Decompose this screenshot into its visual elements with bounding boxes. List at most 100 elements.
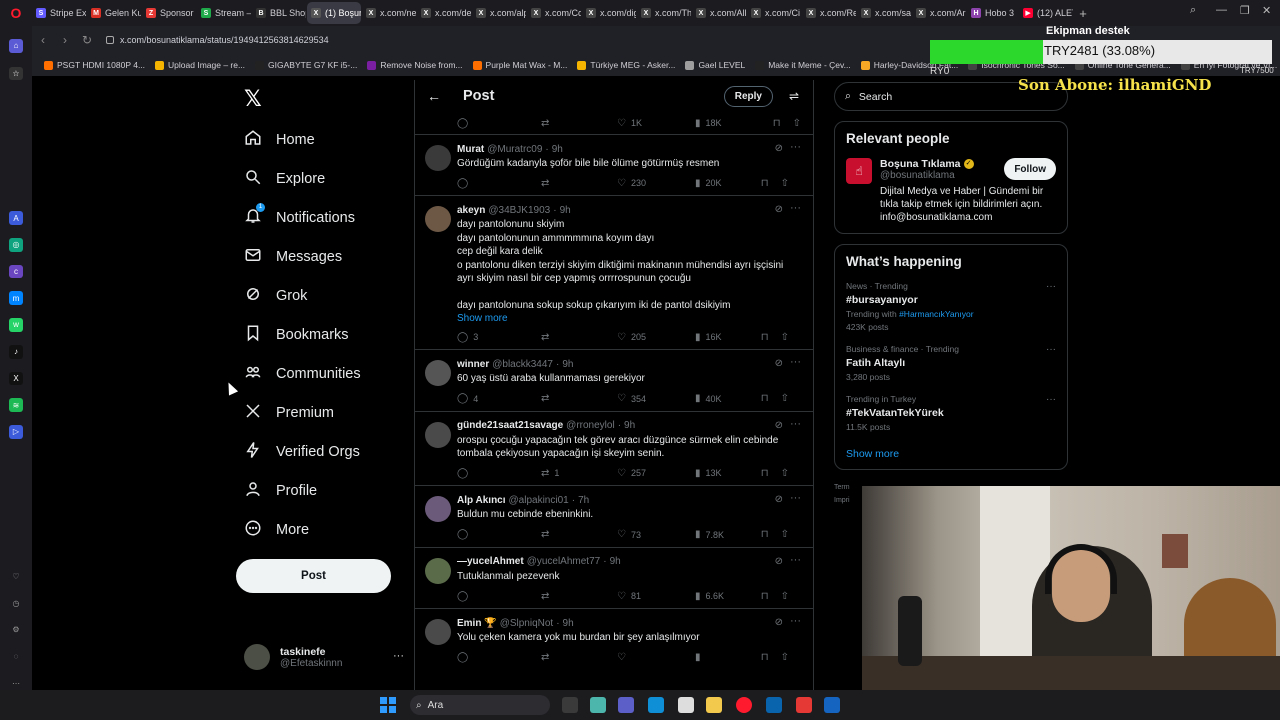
like-action[interactable]: ♡ 205 <box>617 332 695 343</box>
forward-icon[interactable]: › <box>54 33 76 47</box>
like-action[interactable]: ♡ 230 <box>617 178 695 189</box>
nav-item-more[interactable]: More <box>244 519 309 541</box>
share-icon[interactable]: ⇧ <box>781 393 789 404</box>
nav-item-bookmarks[interactable]: Bookmarks <box>244 324 349 346</box>
author-name[interactable]: winner <box>457 359 489 370</box>
close-window-button[interactable]: ✕ <box>1262 4 1271 17</box>
browser-tab[interactable]: Xx.com/Ci <box>747 2 801 24</box>
tweet-time[interactable]: 9h <box>560 205 571 216</box>
post-button[interactable]: Post <box>236 559 391 593</box>
nav-item-notifications[interactable]: 1 Notifications <box>244 203 355 229</box>
reply-action[interactable]: ◯ 4 <box>457 393 541 404</box>
browser-tab[interactable]: Xx.com/dig <box>582 2 636 24</box>
reply-action[interactable]: ◯ <box>457 529 541 540</box>
more-icon[interactable]: ··· <box>790 418 801 430</box>
bookmark-icon[interactable]: ⊓ <box>773 118 781 129</box>
file-explorer-icon[interactable] <box>706 697 722 713</box>
tweet-time[interactable]: 9h <box>563 618 574 629</box>
tweet[interactable]: Alp Akıncı @alpakinci01 · 7h ⊘ ··· Buldun mu c… <box>415 485 813 546</box>
grok-explain-icon[interactable]: ⊘ <box>775 358 783 369</box>
more-icon[interactable]: ··· <box>790 356 801 368</box>
more-icon[interactable]: ··· <box>790 615 801 627</box>
reply-action[interactable]: ◯ <box>457 652 541 663</box>
more-icon[interactable]: ··· <box>1046 281 1056 292</box>
repost-action[interactable]: ⇄ <box>541 178 617 189</box>
browser-tab[interactable]: H Hobo 3 <box>967 2 1018 24</box>
bookmark-icon[interactable]: ⊓ <box>761 529 769 540</box>
reply-button[interactable]: Reply <box>723 86 773 107</box>
tweet[interactable]: —yucelAhmet @yucelAhmet77 · 9h ⊘ ··· Tutuklanm… <box>415 546 813 608</box>
grok-explain-icon[interactable]: ⊘ <box>775 556 783 567</box>
relevant-person[interactable]: ☝ Boşuna Tıklama ✓ @bosunatiklama Dijital… <box>846 158 1056 224</box>
nav-item-grok[interactable]: Grok <box>244 285 307 307</box>
reply-action[interactable]: ◯ <box>457 178 541 189</box>
bookmark-icon[interactable]: ⊓ <box>761 332 769 343</box>
copilot-icon[interactable] <box>590 697 606 713</box>
settings-icon[interactable]: ⚙ <box>9 623 23 637</box>
author-name[interactable]: Alp Akıncı <box>457 495 506 506</box>
repost-action[interactable]: ⇄ <box>541 393 617 404</box>
more-icon[interactable]: ··· <box>790 492 801 504</box>
more-icon[interactable]: ⋯ <box>9 676 23 690</box>
grok-explain-icon[interactable]: ⊘ <box>775 420 783 431</box>
nav-item-verified-orgs[interactable]: Verified Orgs <box>244 441 360 463</box>
minimize-button[interactable]: — <box>1216 4 1227 16</box>
reply-action[interactable]: ◯ <box>457 591 541 602</box>
bookmark-item[interactable]: Gael LEVEL <box>681 60 749 70</box>
nav-item-communities[interactable]: Communities <box>244 363 361 385</box>
speed-dial-icon[interactable]: ⌂ <box>9 39 23 53</box>
tweet[interactable]: Murat @Muratrc09 · 9h ⊘ ··· Gördüğüm kadanyla … <box>415 134 813 195</box>
tweet-time[interactable]: 9h <box>610 556 621 567</box>
edge-icon[interactable] <box>648 697 664 713</box>
bookmark-item[interactable]: Türkiye MEG - Asker... <box>573 60 679 70</box>
like-action[interactable]: ♡ 73 <box>617 529 695 540</box>
tweet-time[interactable]: 9h <box>562 359 573 370</box>
like-action[interactable]: ♡ 1K <box>617 118 695 129</box>
more-icon[interactable]: ··· <box>1046 344 1056 355</box>
browser-tab[interactable]: Xx.com/alp <box>472 2 526 24</box>
cs-icon[interactable]: c <box>9 264 23 279</box>
player-icon[interactable]: ▷ <box>9 425 23 439</box>
back-arrow-icon[interactable]: ← <box>427 88 441 104</box>
browser-tab[interactable]: S Stream – <box>197 2 251 24</box>
like-action[interactable]: ♡ 81 <box>617 591 695 602</box>
heart-icon[interactable]: ♡ <box>9 569 23 583</box>
account-more-icon[interactable]: ··· <box>393 650 404 662</box>
bookmark-item[interactable]: GIGABYTE G7 KF i5-... <box>251 60 361 70</box>
bookmark-item[interactable]: Purple Mat Wax - M... <box>469 60 572 70</box>
star-icon[interactable]: ☆ <box>9 66 23 81</box>
tweet-time[interactable]: 9h <box>552 144 563 155</box>
whatsapp-icon[interactable]: w <box>9 318 23 332</box>
avatar[interactable] <box>425 557 451 584</box>
tweet[interactable]: Emin 🏆 @SlpniqNot · 9h ⊘ ··· Yolu çeken kamera… <box>415 608 813 669</box>
browser-tab[interactable]: ▶(12) ALET <box>1019 2 1073 24</box>
browser-tab[interactable]: Xx.com/Re <box>802 2 856 24</box>
bookmark-item[interactable]: Upload Image – re... <box>151 60 249 70</box>
author-name[interactable]: Murat <box>457 144 484 155</box>
back-icon[interactable]: ‹ <box>32 33 54 47</box>
like-action[interactable]: ♡ 257 <box>617 468 695 479</box>
browser-tab[interactable]: Xx.com/sa <box>857 2 911 24</box>
bookmark-item[interactable]: Remove Noise from... <box>363 60 466 70</box>
browser-tab[interactable]: Xx.com/ne <box>362 2 416 24</box>
views-action[interactable]: ▮ 18K <box>695 118 775 129</box>
trend-item[interactable]: Business & finance · Trending Fatih Altay… <box>846 344 1056 382</box>
share-icon[interactable]: ⇧ <box>793 118 801 129</box>
aria-icon[interactable]: A <box>9 211 23 225</box>
nav-item-home[interactable]: Home <box>244 129 315 151</box>
store-icon[interactable] <box>678 697 694 713</box>
nav-item-premium[interactable]: Premium <box>244 402 334 424</box>
browser-tab[interactable]: Xx.com/Ar <box>912 2 966 24</box>
browser-tab[interactable]: M Gelen Kut <box>87 2 141 24</box>
like-action[interactable]: ♡ 354 <box>617 393 695 404</box>
browser-tab[interactable]: Xx.com/Co <box>527 2 581 24</box>
account-switcher[interactable]: taskinefe @Efetaskinnn ··· <box>244 644 404 670</box>
task-view-icon[interactable] <box>562 697 578 713</box>
new-tab-button[interactable]: + <box>1074 6 1092 21</box>
opera-gx-icon[interactable] <box>736 697 752 713</box>
author-name[interactable]: akeyn <box>457 205 485 216</box>
repost-action[interactable]: ⇄ <box>541 332 617 343</box>
tweet[interactable]: günde21saat21savage @rroneylol · 9h ⊘ ··· oros… <box>415 410 813 486</box>
windows-start-icon[interactable] <box>380 697 396 713</box>
teams-icon[interactable] <box>618 697 634 713</box>
